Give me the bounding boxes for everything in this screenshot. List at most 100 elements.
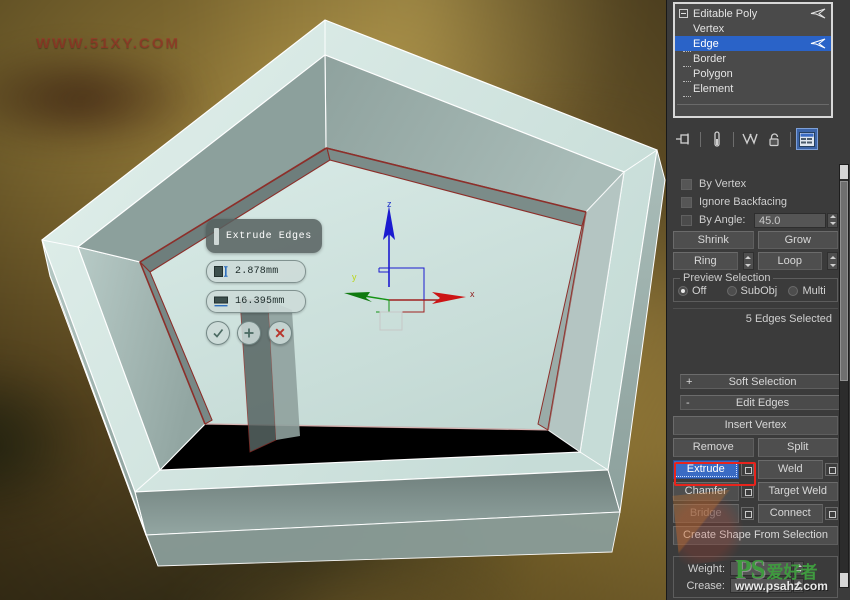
preview-selection-group: Preview Selection Off SubObj Multi <box>673 272 838 302</box>
preview-option-multi[interactable]: Multi <box>788 285 833 297</box>
configure-modifier-sets-icon[interactable] <box>796 128 818 150</box>
extrude-width-field[interactable]: 16.395mm <box>206 290 306 313</box>
show-end-result-icon[interactable] <box>706 128 728 150</box>
toolbar-divider <box>733 131 734 147</box>
bridge-connect-row: Bridge Connect <box>673 504 838 523</box>
scroll-up-arrow[interactable] <box>840 165 848 179</box>
selection-status: 5 Edges Selected <box>673 308 838 338</box>
target-weld-button[interactable]: Target Weld <box>757 482 838 501</box>
insert-vertex-button[interactable]: Insert Vertex <box>673 416 838 435</box>
chamfer-button[interactable]: Chamfer <box>673 482 739 501</box>
by-vertex-checkbox[interactable] <box>681 178 692 190</box>
stack-item-editable-poly[interactable]: Editable Poly <box>675 6 831 21</box>
pin-stack-icon[interactable] <box>673 128 695 150</box>
target-weld-group: Target Weld <box>757 482 838 501</box>
sidebar-item-border[interactable]: Border <box>675 51 831 67</box>
3dsmax-window: WWW.51XY.COM z x y Extrude Edges 2.878mm… <box>0 0 850 600</box>
extrude-edges-caddy[interactable]: Extrude Edges 2.878mm 16.395mm <box>206 219 322 345</box>
connect-group: Connect <box>757 504 838 523</box>
grow-button[interactable]: Grow <box>757 231 838 249</box>
rollout-toggle-icon[interactable]: - <box>686 397 690 409</box>
crease-input[interactable] <box>730 578 792 593</box>
radio-icon[interactable] <box>788 286 799 296</box>
ring-spinner[interactable] <box>742 252 754 270</box>
plus-icon <box>244 328 254 338</box>
cancel-button[interactable] <box>268 321 292 345</box>
ok-button[interactable] <box>206 321 230 345</box>
shrink-grow-row: Shrink Grow <box>673 231 838 249</box>
rollout-edit-edges[interactable]: - Edit Edges <box>680 395 845 410</box>
svg-text:y: y <box>352 272 357 282</box>
collapse-toggle-icon[interactable] <box>679 9 688 18</box>
weight-spinner[interactable] <box>793 561 804 576</box>
ignore-backfacing-checkbox[interactable] <box>681 196 692 208</box>
chamfer-targetweld-row: Chamfer Target Weld <box>673 482 838 501</box>
radio-icon[interactable] <box>726 286 737 296</box>
radio-icon[interactable] <box>678 286 688 296</box>
sidebar-item-element[interactable]: Element <box>675 81 831 97</box>
modifier-stack[interactable]: Editable Poly Vertex Edge Border Polygon… <box>673 2 833 118</box>
remove-button[interactable]: Remove <box>673 438 754 457</box>
by-vertex-row[interactable]: By Vertex <box>673 176 838 192</box>
modifier-stack-wrap: Editable Poly Vertex Edge Border Polygon… <box>673 2 833 118</box>
weight-row: Weight: <box>678 560 833 577</box>
sub-object-arrow-icon <box>810 8 826 19</box>
preview-selection-options: Off SubObj Multi <box>678 285 833 297</box>
bridge-group: Bridge <box>673 504 754 523</box>
caddy-grip-icon[interactable] <box>214 227 219 245</box>
cross-icon <box>275 328 285 338</box>
extrude-weld-row: Extrude Weld <box>673 460 838 479</box>
rollout-soft-selection[interactable]: + Soft Selection <box>680 374 845 389</box>
extrude-settings-icon[interactable] <box>740 463 754 476</box>
loop-spinner[interactable] <box>827 252 838 270</box>
by-angle-row[interactable]: By Angle: 45.0 <box>673 212 838 228</box>
make-unique-icon[interactable] <box>739 128 761 150</box>
caddy-titlebar[interactable]: Extrude Edges <box>206 219 322 253</box>
preview-option-subobj[interactable]: SubObj <box>726 285 785 297</box>
shrink-button[interactable]: Shrink <box>673 231 754 249</box>
create-shape-from-selection-button[interactable]: Create Shape From Selection <box>673 526 838 545</box>
extrude-height-icon <box>214 266 228 277</box>
viewport[interactable]: WWW.51XY.COM z x y Extrude Edges 2.878mm… <box>0 0 666 600</box>
remove-split-row: Remove Split <box>673 438 838 457</box>
connect-settings-icon[interactable] <box>825 507 838 520</box>
ignore-backfacing-label: Ignore Backfacing <box>699 196 788 208</box>
bridge-button[interactable]: Bridge <box>673 504 739 523</box>
by-angle-checkbox[interactable] <box>681 214 692 226</box>
ignore-backfacing-row[interactable]: Ignore Backfacing <box>673 194 838 210</box>
stack-divider <box>677 104 829 105</box>
by-angle-input[interactable]: 45.0 <box>754 212 826 228</box>
scroll-down-arrow[interactable] <box>840 573 848 587</box>
rollout-toggle-icon[interactable]: + <box>686 376 692 388</box>
weld-button[interactable]: Weld <box>757 460 823 479</box>
split-button[interactable]: Split <box>757 438 838 457</box>
pentagon-mesh-model: z x y <box>41 19 666 567</box>
weld-settings-icon[interactable] <box>825 463 838 476</box>
stack-item-label: Editable Poly <box>693 7 758 20</box>
weight-input[interactable] <box>730 561 792 576</box>
scrollbar-thumb[interactable] <box>840 181 848 381</box>
sidebar-item-polygon[interactable]: Polygon <box>675 66 831 82</box>
loop-button[interactable]: Loop <box>757 252 822 270</box>
crease-row: Crease: <box>678 577 833 594</box>
crease-spinner[interactable] <box>793 578 804 593</box>
preview-selection-label: Preview Selection <box>680 272 774 284</box>
preview-option-label: Off <box>692 285 707 297</box>
remove-modifier-icon[interactable] <box>763 128 785 150</box>
by-angle-spinner[interactable]: 45.0 <box>754 212 838 228</box>
by-angle-spin-buttons[interactable] <box>827 212 838 228</box>
panel-scrollbar[interactable] <box>839 164 849 588</box>
extrude-button[interactable]: Extrude <box>673 460 739 479</box>
preview-option-label: Multi <box>802 285 826 297</box>
toolbar-divider <box>700 131 701 147</box>
preview-option-off[interactable]: Off <box>678 285 723 297</box>
connect-button[interactable]: Connect <box>757 504 823 523</box>
preview-option-label: SubObj <box>740 285 778 297</box>
chamfer-settings-icon[interactable] <box>740 485 754 498</box>
extrude-height-field[interactable]: 2.878mm <box>206 260 306 283</box>
apply-button[interactable] <box>237 321 261 345</box>
sidebar-item-edge[interactable]: Edge <box>675 36 831 52</box>
bridge-settings-icon[interactable] <box>740 507 754 520</box>
sidebar-item-vertex[interactable]: Vertex <box>675 21 831 37</box>
ring-button[interactable]: Ring <box>673 252 738 270</box>
